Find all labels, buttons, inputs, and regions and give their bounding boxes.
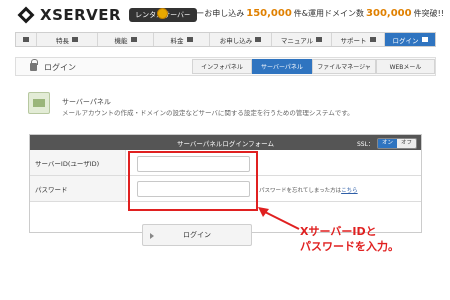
login-button[interactable]: ログイン <box>142 224 252 246</box>
promo-apps-count: 150,000 <box>246 8 292 19</box>
forgot-password-link[interactable]: こちら <box>341 188 358 194</box>
global-nav: 特長 機能 料金 お申し込み マニュアル サポート ログイン <box>15 32 436 47</box>
promo-middle: 件&運用ドメイン数 <box>293 9 365 18</box>
forgot-password-prefix: パスワードを忘れてしまった方は <box>259 188 342 194</box>
password-label: パスワード <box>30 176 126 201</box>
login-form-header: サーバーパネルログインフォーム SSL： オン オフ <box>30 135 421 150</box>
tab-webmail[interactable]: WEBメール <box>376 59 435 74</box>
nav-apply-label: お申し込み <box>219 36 253 45</box>
nav-support-label: サポート <box>340 36 367 45</box>
server-panel-icon <box>28 92 50 114</box>
annotation-line-2: パスワードを入力。 <box>300 240 399 253</box>
login-button-label: ログイン <box>183 231 211 239</box>
tag-icon <box>186 37 193 42</box>
nav-pricing-label: 料金 <box>170 36 184 45</box>
nav-functions-label: 機能 <box>114 36 128 45</box>
highlight-box <box>128 151 258 211</box>
monitor-icon <box>72 37 78 42</box>
tab-file-manager[interactable]: ファイルマネージャ <box>312 59 376 74</box>
nav-functions[interactable]: 機能 <box>98 33 154 46</box>
pencil-icon <box>255 37 262 42</box>
promo-prefix: サーバーお申し込み <box>172 9 245 18</box>
nav-manual-label: マニュアル <box>280 36 314 45</box>
nav-login[interactable]: ログイン <box>385 33 435 46</box>
home-icon <box>23 37 29 42</box>
lock-icon <box>421 37 428 42</box>
promo-suffix: 件突破!! <box>413 9 444 18</box>
service-name: サーバーパネル <box>62 98 111 106</box>
ssl-toggle: オン オフ <box>376 138 417 149</box>
login-section-bar: ログイン インフォパネル サーバーパネル ファイルマネージャ WEBメール <box>15 57 436 76</box>
coin-icon <box>157 8 169 19</box>
section-title: ログイン <box>44 63 76 72</box>
tab-server-panel[interactable]: サーバーパネル <box>252 59 312 74</box>
person-icon <box>369 37 376 42</box>
brand-name: XSERVER <box>40 6 122 24</box>
nav-manual[interactable]: マニュアル <box>272 33 332 46</box>
ssl-off-button[interactable]: オフ <box>396 139 416 148</box>
book-icon <box>316 37 323 42</box>
nav-pricing[interactable]: 料金 <box>154 33 210 46</box>
service-description: メールアカウントの作成・ドメインの設定などサーバに関する設定を行うための管理シス… <box>62 109 354 117</box>
nav-features[interactable]: 特長 <box>37 33 98 46</box>
panel-tabs: インフォパネル サーバーパネル ファイルマネージャ WEBメール <box>192 59 435 76</box>
tab-info-panel[interactable]: インフォパネル <box>192 59 252 74</box>
annotation-note: XサーバーIDと パスワードを入力。 <box>300 224 399 254</box>
annotation-line-1: XサーバーIDと <box>300 225 377 238</box>
nav-apply[interactable]: お申し込み <box>210 33 272 46</box>
ssl-on-button[interactable]: オン <box>377 139 397 148</box>
promo-domains-count: 300,000 <box>366 8 412 19</box>
nav-home[interactable] <box>16 33 37 46</box>
forgot-password-text: パスワードを忘れてしまった方はこちら <box>259 186 358 194</box>
lock-icon <box>30 59 38 71</box>
xserver-logo-mark-icon <box>18 7 34 23</box>
annotation-arrow-icon <box>258 207 300 230</box>
nav-features-label: 特長 <box>56 36 69 45</box>
ssl-toggle-group: SSL： オン オフ <box>357 138 417 149</box>
nav-support[interactable]: サポート <box>332 33 385 46</box>
ssl-label: SSL： <box>357 141 374 148</box>
mouse-icon <box>130 37 137 42</box>
promo-banner: サーバーお申し込み 150,000 件&運用ドメイン数 300,000 件突破!… <box>157 8 444 19</box>
nav-login-label: ログイン <box>392 36 419 45</box>
server-id-label: サーバーID(ユーザID) <box>30 150 126 175</box>
arrow-right-icon <box>150 233 154 239</box>
